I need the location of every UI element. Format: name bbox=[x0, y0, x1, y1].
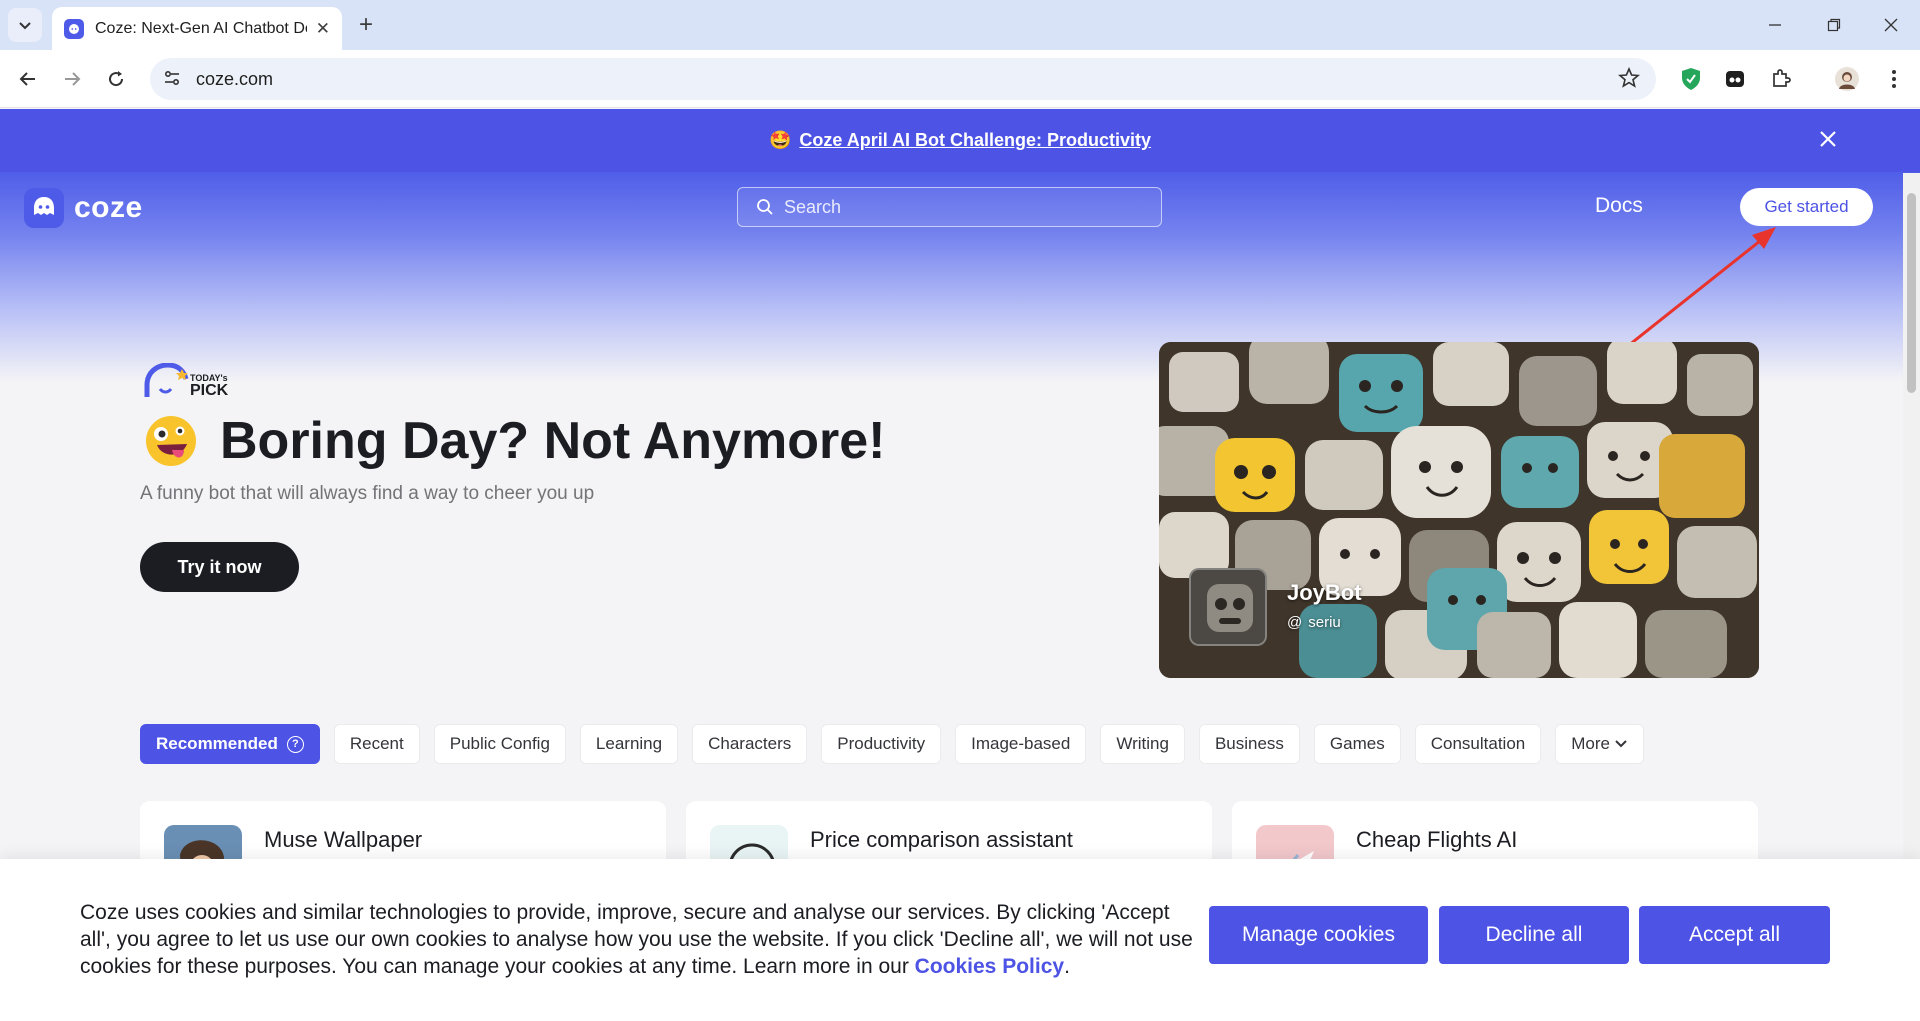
tab-productivity[interactable]: Productivity bbox=[821, 724, 942, 764]
decline-all-button[interactable]: Decline all bbox=[1439, 906, 1629, 964]
logo-text: coze bbox=[74, 191, 143, 224]
site-info-icon[interactable] bbox=[162, 68, 182, 93]
scrollbar-thumb[interactable] bbox=[1907, 193, 1916, 393]
help-circle-icon[interactable]: ? bbox=[286, 735, 304, 753]
hero-title-row: Boring Day? Not Anymore! bbox=[144, 411, 885, 471]
todays-pick-badge: TODAY's PICK bbox=[144, 363, 228, 399]
docs-link[interactable]: Docs bbox=[1595, 194, 1643, 218]
extensions-puzzle-icon[interactable] bbox=[1767, 65, 1795, 93]
featured-bot-name: JoyBot bbox=[1287, 580, 1362, 605]
hero-title: Boring Day? Not Anymore! bbox=[220, 412, 886, 470]
tab-public-config[interactable]: Public Config bbox=[433, 724, 566, 764]
profile-avatar-icon[interactable] bbox=[1833, 65, 1861, 93]
promo-banner: 🤩 Coze April AI Bot Challenge: Productiv… bbox=[0, 109, 1920, 172]
tab-title: Coze: Next-Gen AI Chatbot Developer bbox=[95, 19, 307, 37]
promo-link[interactable]: Coze April AI Bot Challenge: Productivit… bbox=[799, 130, 1151, 151]
reload-icon bbox=[109, 71, 124, 87]
mask-extension-icon[interactable] bbox=[1721, 65, 1749, 93]
bot-card-title: Price comparison assistant bbox=[810, 827, 1073, 852]
tab-characters[interactable]: Characters bbox=[692, 724, 808, 764]
tab-close-icon[interactable]: ✕ bbox=[316, 19, 330, 39]
cookie-message: Coze uses cookies and similar technologi… bbox=[80, 901, 1193, 978]
tab-business[interactable]: Business bbox=[1198, 724, 1300, 764]
category-tabs: Recommended ? Recent Public Config Learn… bbox=[140, 724, 1658, 764]
joybot-avatar bbox=[1189, 568, 1267, 646]
todays-pick-icon bbox=[144, 363, 189, 397]
new-tab-button[interactable]: + bbox=[350, 9, 382, 41]
promo-close-icon[interactable] bbox=[1816, 127, 1840, 151]
tab-consultation[interactable]: Consultation bbox=[1414, 724, 1542, 764]
restore-button[interactable] bbox=[1811, 8, 1857, 42]
author-name: seriu bbox=[1308, 614, 1341, 631]
browser-toolbar: coze.com bbox=[0, 50, 1920, 108]
at-icon: @ bbox=[1287, 614, 1303, 631]
browser-menu-icon[interactable] bbox=[1880, 65, 1908, 93]
tab-recent[interactable]: Recent bbox=[333, 724, 420, 764]
tab-search-button[interactable] bbox=[8, 8, 42, 42]
bot-card-title: Cheap Flights AI bbox=[1356, 827, 1518, 852]
forward-arrow-icon bbox=[65, 72, 81, 86]
chevron-down-icon bbox=[1615, 740, 1627, 748]
bookmark-star-icon[interactable] bbox=[1617, 66, 1641, 94]
cookie-banner: Coze uses cookies and similar technologi… bbox=[0, 859, 1920, 1021]
accept-all-button[interactable]: Accept all bbox=[1639, 906, 1830, 964]
cookies-policy-link[interactable]: Cookies Policy bbox=[915, 955, 1064, 978]
featured-bot-author: @ seriu bbox=[1287, 614, 1341, 631]
tab-label: Recommended bbox=[156, 734, 278, 753]
hero-subtitle: A funny bot that will always find a way … bbox=[140, 483, 595, 504]
coze-favicon-icon bbox=[64, 18, 84, 39]
forward-button[interactable] bbox=[54, 61, 90, 97]
manage-cookies-button[interactable]: Manage cookies bbox=[1209, 906, 1428, 964]
back-button[interactable] bbox=[10, 61, 46, 97]
try-it-now-button[interactable]: Try it now bbox=[140, 542, 299, 592]
browser-tab-active[interactable]: Coze: Next-Gen AI Chatbot Developer ✕ bbox=[52, 7, 342, 50]
bot-card-title: Muse Wallpaper bbox=[264, 827, 423, 852]
tab-more[interactable]: More bbox=[1555, 724, 1644, 764]
star-struck-emoji-icon: 🤩 bbox=[768, 130, 792, 150]
browser-tabbar: Coze: Next-Gen AI Chatbot Developer ✕ + bbox=[0, 0, 1920, 50]
tab-image-based[interactable]: Image-based bbox=[955, 724, 1087, 764]
url-text: coze.com bbox=[196, 69, 274, 89]
tab-learning[interactable]: Learning bbox=[579, 724, 679, 764]
tab-recommended[interactable]: Recommended ? bbox=[140, 724, 320, 764]
shield-extension-icon[interactable] bbox=[1677, 65, 1705, 93]
zany-face-emoji-icon bbox=[146, 416, 196, 466]
coze-logo[interactable]: coze bbox=[24, 188, 143, 228]
tab-label: More bbox=[1571, 734, 1610, 753]
featured-bot-card[interactable]: JoyBot @ seriu bbox=[1159, 342, 1759, 678]
coze-logo-icon bbox=[24, 188, 64, 228]
search-icon bbox=[757, 199, 773, 215]
tab-games[interactable]: Games bbox=[1313, 724, 1401, 764]
tab-writing[interactable]: Writing bbox=[1100, 724, 1185, 764]
search-input[interactable] bbox=[784, 196, 1144, 218]
chevron-down-icon bbox=[19, 22, 31, 30]
address-bar[interactable]: coze.com bbox=[150, 58, 1656, 100]
reload-button[interactable] bbox=[98, 61, 134, 97]
search-box[interactable] bbox=[737, 187, 1162, 227]
minimize-button[interactable] bbox=[1752, 8, 1798, 42]
back-arrow-icon bbox=[19, 72, 35, 86]
badge-bottom-text: PICK bbox=[190, 382, 229, 399]
close-window-button[interactable] bbox=[1868, 8, 1914, 42]
